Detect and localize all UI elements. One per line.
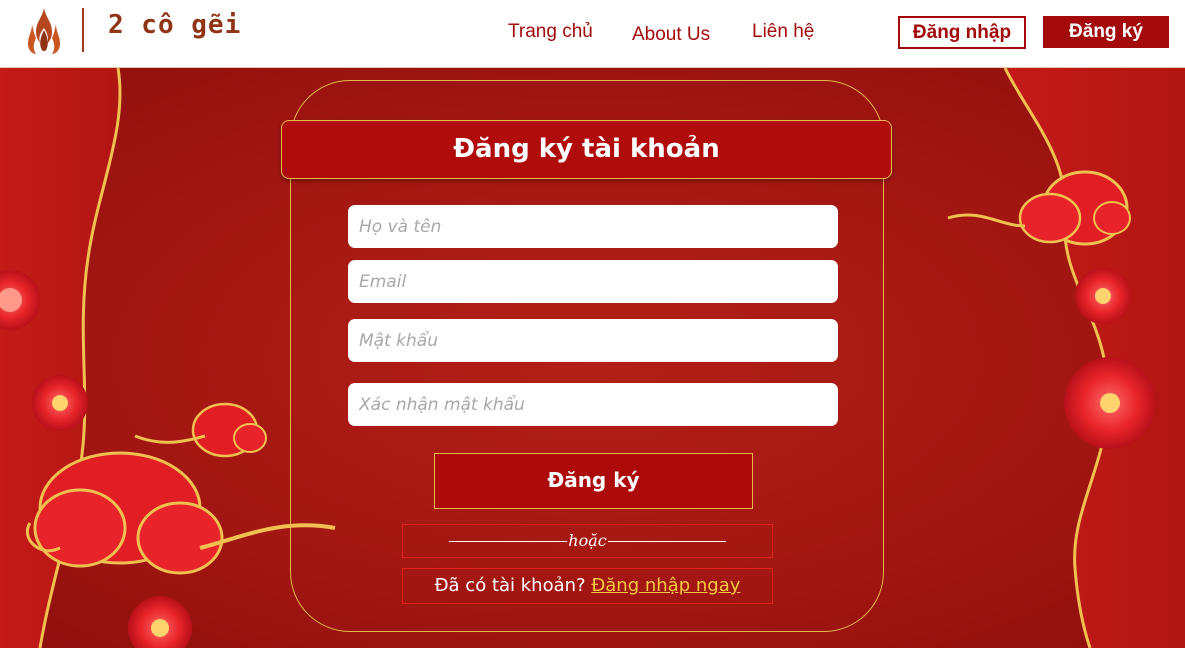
fullname-input[interactable] (348, 205, 838, 248)
have-account-text: Đã có tài khoản? (434, 575, 586, 596)
password-input[interactable] (348, 319, 838, 362)
email-input[interactable] (348, 260, 838, 303)
or-text: hoặc (568, 531, 607, 550)
or-divider: hoặc (402, 524, 773, 558)
nav-home-link[interactable]: Trang chủ (508, 21, 593, 43)
logo-divider (82, 8, 84, 52)
nav-about-link[interactable]: About Us (632, 24, 710, 46)
divider-line-right (607, 541, 726, 542)
login-now-link[interactable]: Đăng nhập ngay (591, 575, 740, 596)
divider-line-left (449, 541, 568, 542)
flame-logo-icon[interactable] (24, 6, 64, 56)
nav-contact-link[interactable]: Liên hệ (752, 21, 814, 43)
have-account-row: Đã có tài khoản? Đăng nhập ngay (402, 568, 773, 604)
login-button[interactable]: Đăng nhập (898, 16, 1026, 49)
register-button[interactable]: Đăng ký (1043, 16, 1169, 48)
submit-register-button[interactable]: Đăng ký (434, 453, 753, 509)
site-header: 2 cô gẽi Trang chủ About Us Liên hệ Đăng… (0, 0, 1185, 68)
form-title: Đăng ký tài khoản (281, 120, 892, 179)
brand-name[interactable]: 2 cô gẽi (108, 10, 241, 40)
confirm-password-input[interactable] (348, 383, 838, 426)
